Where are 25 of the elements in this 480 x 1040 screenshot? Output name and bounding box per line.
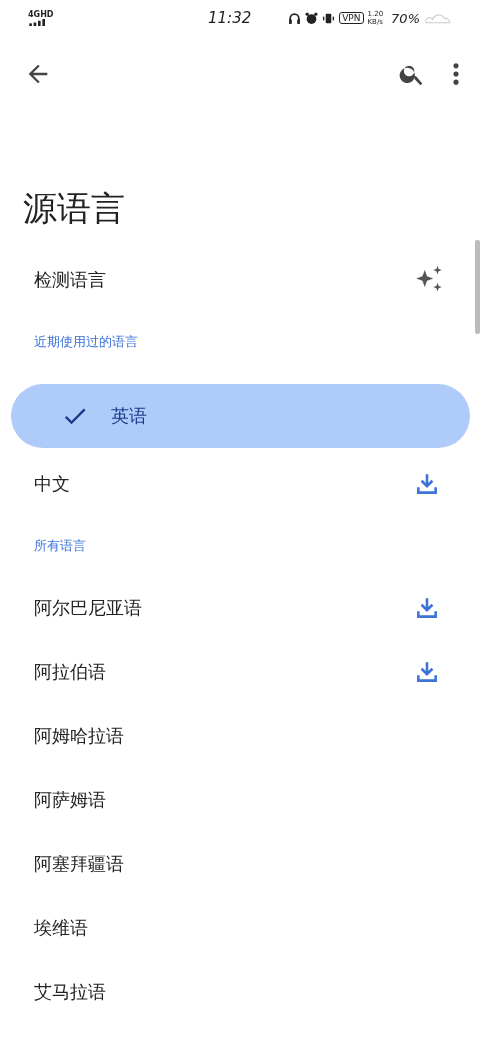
signal-icon[interactable]	[28, 19, 48, 26]
language-option[interactable]: 阿尔巴尼亚语	[0, 576, 480, 640]
section-heading: 所有语言	[33, 537, 87, 555]
language-option[interactable]: 阿萨姆语	[0, 768, 480, 832]
language-option[interactable]: 检测语言	[0, 248, 472, 312]
language-option[interactable]: 艾马拉语	[0, 960, 480, 1024]
language-option[interactable]: 阿姆哈拉语	[0, 704, 480, 768]
language-option[interactable]: 阿拉伯语	[0, 640, 480, 704]
language-option[interactable]: 阿塞拜疆语	[0, 832, 480, 896]
vpn-badge: VPN	[339, 12, 364, 24]
more-menu-icon[interactable]	[452, 60, 460, 88]
language-option[interactable]: 中文	[0, 452, 480, 516]
vibrate-icon[interactable]	[322, 11, 336, 25]
language-option[interactable]: 英语	[11, 384, 470, 448]
alarm-icon[interactable]	[305, 11, 319, 25]
section-heading: 近期使用过的语言	[33, 333, 139, 351]
network-label: 4GHD	[28, 10, 55, 19]
download-icon[interactable]	[414, 659, 440, 685]
download-icon[interactable]	[414, 471, 440, 497]
download-icon[interactable]	[414, 595, 440, 621]
clock: 11:32	[208, 9, 253, 27]
battery-level: 70%	[391, 10, 420, 26]
page-title: 源语言	[23, 188, 126, 228]
headphones-icon[interactable]	[288, 11, 302, 25]
language-option[interactable]: 埃维语	[0, 896, 480, 960]
